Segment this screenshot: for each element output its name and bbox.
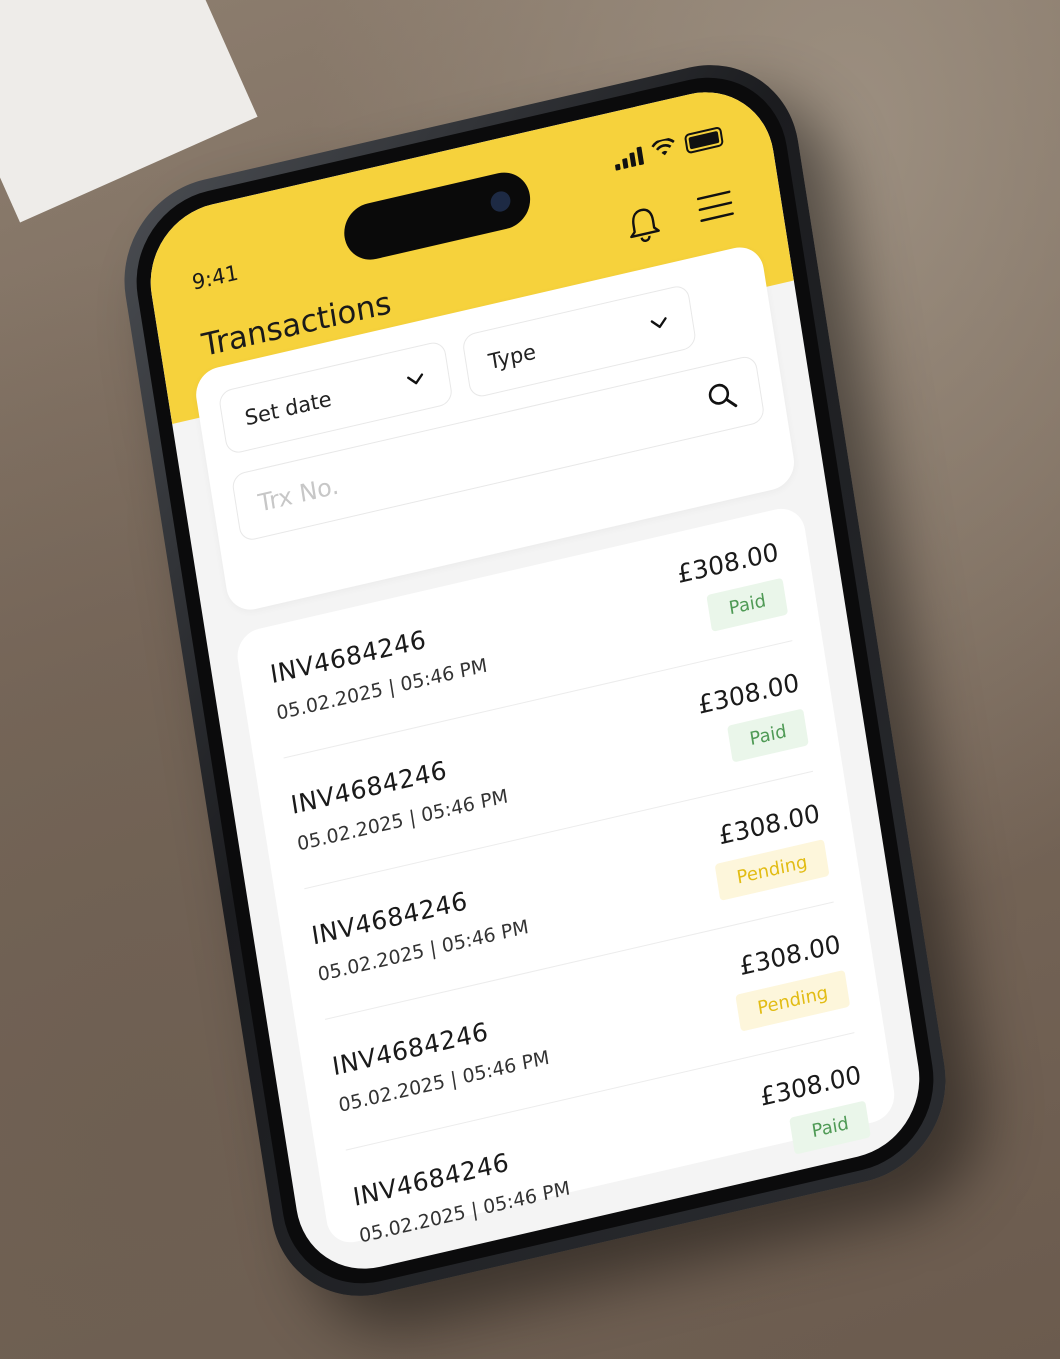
- type-select-value: Type: [486, 339, 538, 375]
- transaction-summary: £308.00 Pending: [708, 798, 830, 901]
- chevron-down-icon: [650, 317, 667, 329]
- transaction-info: INV468424605.02.2025 | 05:46 PM: [289, 743, 510, 855]
- status-time: 9:41: [190, 260, 241, 295]
- signal-icon: [613, 146, 645, 171]
- transaction-info: INV468424605.02.2025 | 05:46 PM: [310, 873, 531, 986]
- transaction-summary: £308.00 Paid: [779, 1190, 892, 1284]
- phone: 9:41 Transactions Set date Type Trx No. …: [110, 45, 960, 1316]
- scene: 9:41 Transactions Set date Type Trx No. …: [0, 0, 1060, 1359]
- transaction-info: INV468424605.02.2025 | 05:46 PM: [330, 1004, 551, 1117]
- dynamic-island: [340, 167, 535, 266]
- battery-icon: [683, 125, 725, 155]
- hamburger-menu-icon[interactable]: [693, 185, 737, 228]
- trx-input-placeholder: Trx No.: [256, 471, 341, 518]
- status-badge: Paid: [810, 1230, 892, 1284]
- camera-lens: [489, 189, 512, 214]
- status-badge: Paid: [706, 577, 789, 632]
- status-icons: [613, 125, 725, 171]
- status-badge: Pending: [714, 838, 830, 901]
- chevron-down-icon: [407, 373, 424, 385]
- status-badge: Paid: [789, 1100, 871, 1155]
- status-badge: Paid: [727, 707, 809, 762]
- search-icon[interactable]: [704, 377, 740, 416]
- status-badge: Pending: [735, 969, 851, 1032]
- date-select-value: Set date: [243, 386, 334, 431]
- transactions-list: INV4684246 05.02.2025 | 05:46 PM £308.00 Pa…: [233, 503, 898, 1284]
- transaction-summary: £308.00 Paid: [758, 1059, 871, 1159]
- transaction-info: INV468424605.02.2025 | 05:46 PM: [268, 612, 489, 725]
- transaction-summary: £308.00 Pending: [729, 929, 851, 1032]
- transaction-summary: £308.00 Paid: [675, 537, 789, 637]
- transaction-summary: £308.00 Paid: [696, 667, 809, 767]
- bell-icon[interactable]: [621, 200, 666, 249]
- wifi-icon: [651, 137, 678, 162]
